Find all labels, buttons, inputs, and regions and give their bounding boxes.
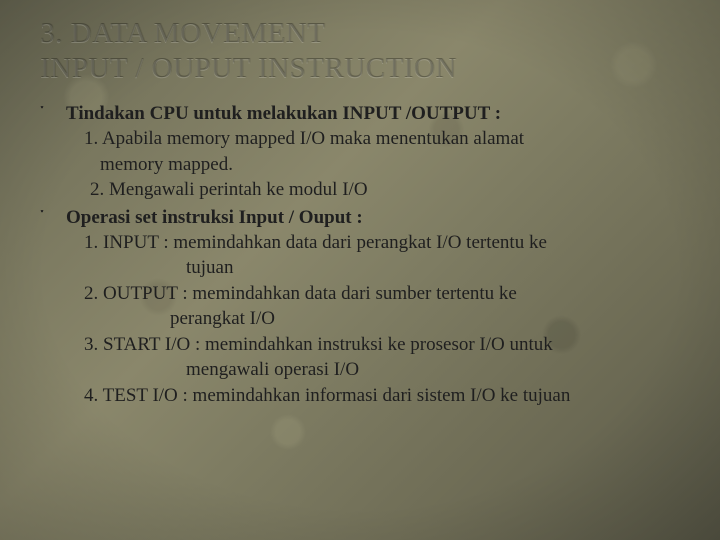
bullet-marker-icon: ་ bbox=[40, 205, 44, 230]
section2-line4: 4. TEST I/O : memindahkan informasi dari… bbox=[40, 383, 680, 408]
section2-line1b: tujuan bbox=[40, 255, 680, 280]
section2-line3: 3. START I/O : memindahkan instruksi ke … bbox=[40, 332, 680, 357]
title-line-1: 3. DATA MOVEMENT bbox=[40, 17, 325, 49]
slide: 3. DATA MOVEMENT INPUT / OUPUT INSTRUCTI… bbox=[0, 0, 720, 540]
section2-line2: 2. OUTPUT : memindahkan data dari sumber… bbox=[40, 281, 680, 306]
section1-line1: 1. Apabila memory mapped I/O maka menent… bbox=[40, 126, 680, 151]
slide-body: ་ Tindakan CPU untuk melakukan INPUT /OU… bbox=[40, 101, 680, 408]
section1-line2: memory mapped. bbox=[40, 152, 680, 177]
bullet-heading: Operasi set instruksi Input / Ouput : bbox=[66, 207, 363, 228]
bullet-heading: Tindakan CPU untuk melakukan INPUT /OUTP… bbox=[66, 103, 501, 124]
section1-line3: 2. Mengawali perintah ke modul I/O bbox=[40, 177, 680, 202]
bullet-marker-icon: ་ bbox=[40, 101, 44, 126]
section2-line1: 1. INPUT : memindahkan data dari perangk… bbox=[40, 230, 680, 255]
section2-line2b: perangkat I/O bbox=[40, 306, 680, 331]
slide-title: 3. DATA MOVEMENT INPUT / OUPUT INSTRUCTI… bbox=[40, 16, 680, 87]
section2-line3b: mengawali operasi I/O bbox=[40, 357, 680, 382]
bullet-io-operations: ་ Operasi set instruksi Input / Ouput : bbox=[40, 205, 680, 230]
title-line-2: INPUT / OUPUT INSTRUCTION bbox=[40, 52, 457, 84]
bullet-cpu-actions: ་ Tindakan CPU untuk melakukan INPUT /OU… bbox=[40, 101, 680, 126]
